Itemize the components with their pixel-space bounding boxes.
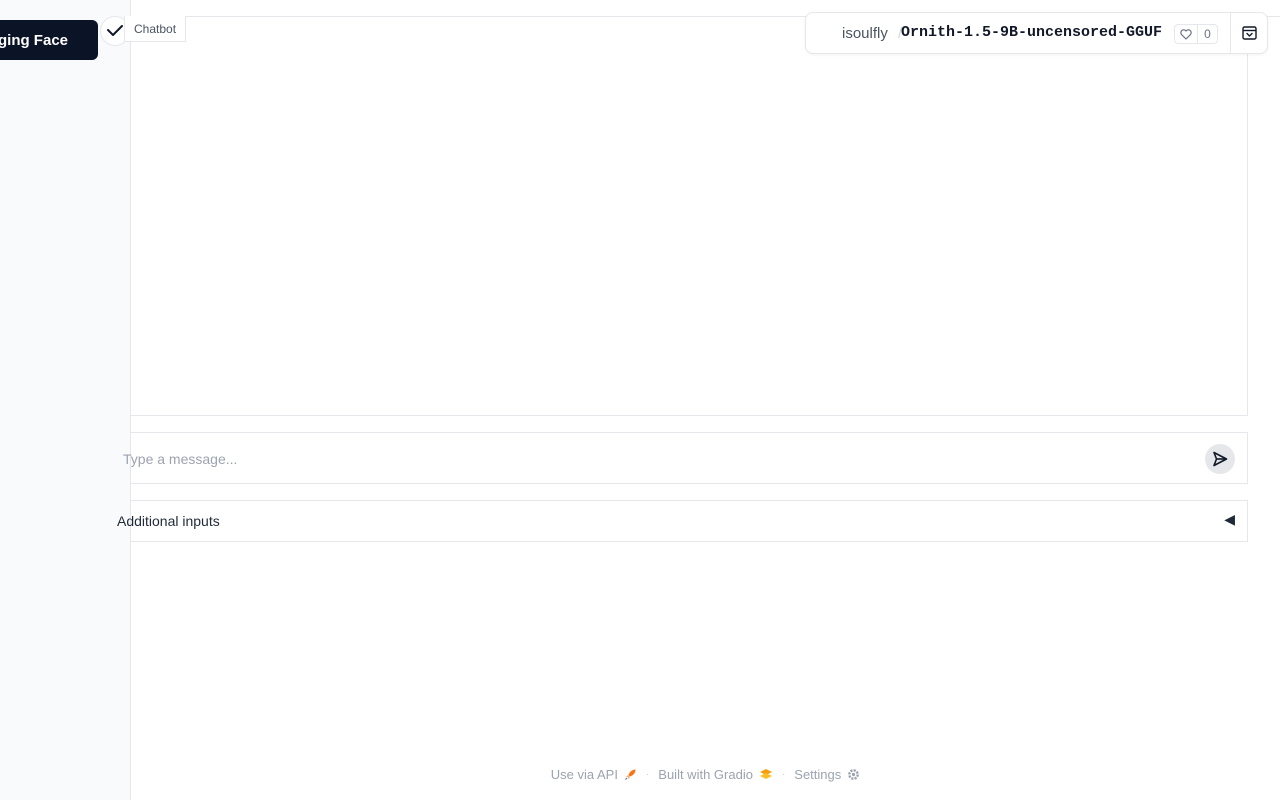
rocket-icon xyxy=(625,769,636,780)
settings-link[interactable]: Settings xyxy=(794,767,860,782)
hugging-face-badge[interactable]: Hugging Face xyxy=(0,20,98,60)
gear-icon xyxy=(848,768,860,780)
panel-collapse-icon xyxy=(1242,26,1257,40)
caret-left-icon: ◀ xyxy=(1224,511,1235,527)
sidebar-panel xyxy=(0,0,131,800)
gradio-logo-icon xyxy=(759,769,772,779)
chatbot-panel xyxy=(131,16,1248,416)
like-button[interactable]: 0 xyxy=(1174,24,1218,44)
footer: Use via API · Built with Gradio · Settin… xyxy=(0,764,1280,784)
footer-separator: · xyxy=(645,768,650,780)
message-input-row xyxy=(121,432,1248,484)
space-owner-link[interactable]: isoulfly xyxy=(842,25,888,42)
hugging-face-badge-label: Hugging Face xyxy=(0,31,68,49)
space-header: isoulfly / Ornith-1.5-9B-uncensored-GGUF… xyxy=(805,12,1268,54)
chatbot-label: Chatbot xyxy=(124,16,187,42)
message-input[interactable] xyxy=(121,445,1185,473)
send-button[interactable] xyxy=(1205,444,1235,474)
send-icon xyxy=(1213,451,1228,467)
like-count: 0 xyxy=(1204,27,1211,41)
heart-icon xyxy=(1175,25,1198,43)
built-with-gradio-link[interactable]: Built with Gradio xyxy=(658,767,773,782)
use-via-api-link[interactable]: Use via API xyxy=(551,767,637,782)
accordion-label: Additional inputs xyxy=(117,513,220,529)
additional-inputs-accordion[interactable]: Additional inputs ◀ xyxy=(117,500,1248,542)
collapse-header-button[interactable] xyxy=(1231,13,1268,53)
footer-separator-2: · xyxy=(781,768,786,780)
space-name-link[interactable]: Ornith-1.5-9B-uncensored-GGUF xyxy=(901,24,1162,41)
chevron-check-icon xyxy=(107,25,123,36)
